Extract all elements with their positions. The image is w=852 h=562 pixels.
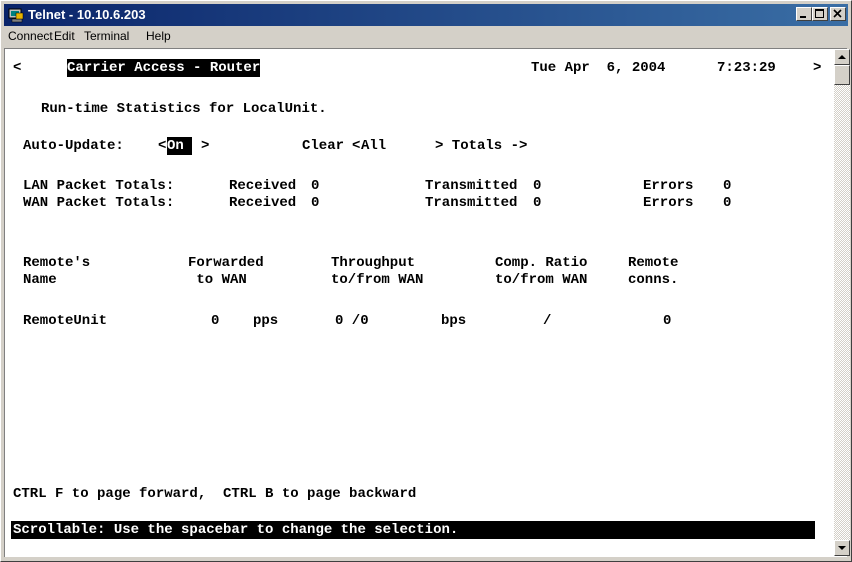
maximize-button[interactable] xyxy=(812,7,828,21)
wan-transmitted-value: 0 xyxy=(533,195,542,211)
controls-row: Auto-Update: < On > Clear < All > Totals… xyxy=(5,137,527,155)
clear-label: Clear xyxy=(302,138,353,154)
minimize-icon xyxy=(800,16,806,18)
col-header-throughput-2: to/from WAN xyxy=(331,272,424,288)
col-header-remote-name-2: Name xyxy=(23,272,57,288)
auto-update-toggle[interactable]: On xyxy=(167,137,193,155)
clear-selector[interactable]: All xyxy=(361,137,411,155)
auto-update-open-bracket: < xyxy=(158,138,167,154)
paging-hint-row: CTRL F to page forward, CTRL B to page b… xyxy=(5,485,416,503)
telnet-window: Telnet - 10.10.6.203 Connect Edit Termin… xyxy=(0,0,852,562)
lan-errors-label: Errors xyxy=(643,178,694,194)
wan-errors-label: Errors xyxy=(643,195,694,211)
wan-errors-value: 0 xyxy=(723,195,732,211)
throughput-cell: 0 /0 xyxy=(335,313,369,329)
forwarded-cell: 0 xyxy=(211,313,220,329)
col-header-remote-conns: Remote xyxy=(628,255,679,271)
col-header-throughput: Throughput xyxy=(331,255,416,271)
lan-totals-label: LAN Packet Totals: xyxy=(23,178,175,194)
table-row[interactable]: RemoteUnit 0 pps 0 /0 bps / 0 xyxy=(5,312,671,330)
menu-bar: Connect Edit Terminal Help xyxy=(4,26,848,46)
vertical-scrollbar[interactable] xyxy=(834,49,850,556)
auto-update-close-bracket: > xyxy=(201,138,210,154)
paging-hint: CTRL F to page forward, CTRL B to page b… xyxy=(13,486,417,502)
wan-transmitted-label: Transmitted xyxy=(425,195,518,211)
col-header-remote-conns-2: conns. xyxy=(628,272,679,288)
scroll-right-marker: > xyxy=(813,60,822,76)
wan-received-value: 0 xyxy=(311,195,320,211)
scroll-up-button[interactable] xyxy=(834,49,850,65)
page-title-row: Run-time Statistics for LocalUnit. xyxy=(5,100,327,118)
terminal-screen[interactable]: < Carrier Access - Router Tue Apr 6, 200… xyxy=(5,49,831,556)
telnet-terminal-icon xyxy=(8,7,24,23)
col-header-remote-name: Remote's xyxy=(23,255,91,271)
lan-transmitted-label: Transmitted xyxy=(425,178,518,194)
menu-connect[interactable]: Connect xyxy=(8,29,53,43)
wan-totals-label: WAN Packet Totals: xyxy=(23,195,175,211)
scroll-thumb[interactable] xyxy=(834,65,850,85)
remote-conns-cell: 0 xyxy=(663,313,672,329)
terminal-frame: < Carrier Access - Router Tue Apr 6, 200… xyxy=(4,48,850,557)
window-title: Telnet - 10.10.6.203 xyxy=(28,7,146,22)
clear-open-bracket: < xyxy=(352,138,361,154)
col-header-forwarded: Forwarded xyxy=(188,255,264,271)
header-time: 7:23:29 xyxy=(717,60,776,76)
lan-received-value: 0 xyxy=(311,178,320,194)
status-bar: Scrollable: Use the spacebar to change t… xyxy=(11,521,815,539)
clear-close-label: > Totals -> xyxy=(435,138,528,154)
table-header-row-1: Remote's Forwarded Throughput Comp. Rati… xyxy=(5,254,678,272)
wan-received-label: Received xyxy=(229,195,297,211)
forwarded-unit: pps xyxy=(253,313,279,329)
table-header-row-2: Name to WAN to/from WAN to/from WAN conn… xyxy=(5,271,678,289)
scroll-left-marker: < xyxy=(13,60,22,76)
lan-transmitted-value: 0 xyxy=(533,178,542,194)
minimize-button[interactable] xyxy=(796,7,812,21)
lan-totals-row: LAN Packet Totals: Received 0 Transmitte… xyxy=(5,177,731,195)
close-button[interactable] xyxy=(830,7,846,21)
auto-update-label: Auto-Update: xyxy=(23,138,133,154)
remote-name-cell: RemoteUnit xyxy=(23,313,108,329)
close-icon xyxy=(833,9,842,18)
comp-ratio-cell: / xyxy=(543,313,552,329)
header-date: Tue Apr 6, 2004 xyxy=(531,60,666,76)
col-header-forwarded-2: to WAN xyxy=(188,272,247,288)
col-header-comp-ratio-2: to/from WAN xyxy=(495,272,588,288)
lan-received-label: Received xyxy=(229,178,297,194)
product-name: Carrier Access - Router xyxy=(67,59,261,77)
maximize-icon xyxy=(815,9,824,18)
title-bar[interactable]: Telnet - 10.10.6.203 xyxy=(4,4,848,26)
page-title: Run-time Statistics for LocalUnit. xyxy=(41,101,327,117)
status-message: Scrollable: Use the spacebar to change t… xyxy=(13,522,459,538)
throughput-unit: bps xyxy=(441,313,467,329)
arrow-up-icon xyxy=(838,55,846,59)
lan-errors-value: 0 xyxy=(723,178,732,194)
menu-edit[interactable]: Edit xyxy=(54,29,75,43)
arrow-down-icon xyxy=(838,546,846,550)
wan-totals-row: WAN Packet Totals: Received 0 Transmitte… xyxy=(5,194,731,212)
scroll-down-button[interactable] xyxy=(834,540,850,556)
menu-help[interactable]: Help xyxy=(146,29,171,43)
col-header-comp-ratio: Comp. Ratio xyxy=(495,255,588,271)
header-row: < Carrier Access - Router Tue Apr 6, 200… xyxy=(5,59,821,77)
menu-terminal[interactable]: Terminal xyxy=(84,29,129,43)
